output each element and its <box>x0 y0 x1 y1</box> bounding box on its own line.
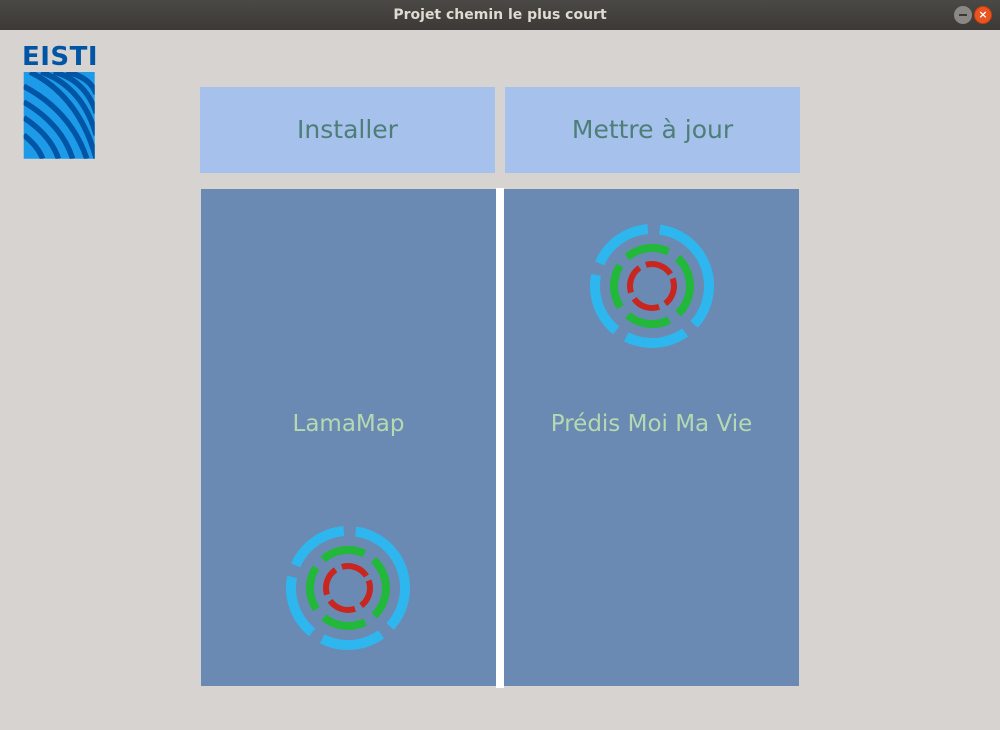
app-panel-predis-moi-ma-vie[interactable]: Prédis Moi Ma Vie <box>504 189 799 686</box>
install-button[interactable]: Installer <box>200 87 495 173</box>
window-title: Projet chemin le plus court <box>393 7 607 23</box>
minimize-button[interactable] <box>954 6 972 24</box>
close-icon: × <box>978 8 988 21</box>
app-label-predis-moi-ma-vie: Prédis Moi Ma Vie <box>550 411 753 437</box>
close-button[interactable]: × <box>974 6 992 24</box>
target-rings-icon <box>286 526 410 650</box>
panel-separator <box>496 188 504 688</box>
app-panel-lamamap[interactable]: LamaMap <box>201 189 496 686</box>
logo-text: EISTI <box>22 42 99 72</box>
app-label-lamamap: LamaMap <box>292 411 405 437</box>
target-rings-icon <box>590 224 714 348</box>
eisti-logo-icon <box>23 72 95 159</box>
update-button[interactable]: Mettre à jour <box>505 87 800 173</box>
app-window: Projet chemin le plus court × EISTI Inst… <box>0 0 1000 730</box>
title-bar[interactable]: Projet chemin le plus court × <box>0 0 1000 30</box>
